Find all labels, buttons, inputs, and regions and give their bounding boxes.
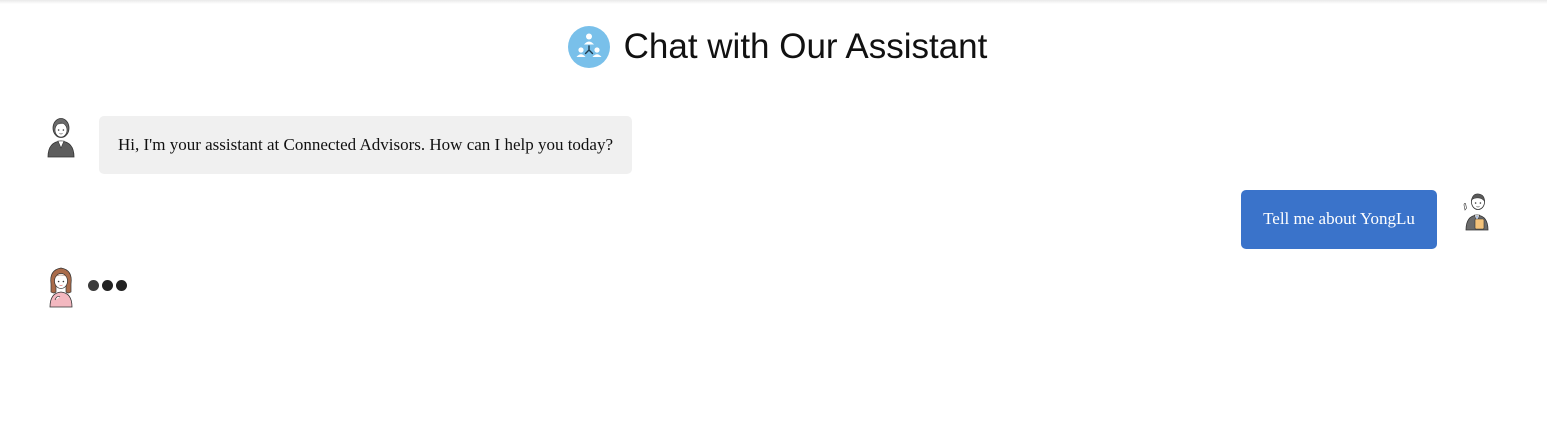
team-network-icon [567,26,610,68]
page-title: Chat with Our Assistant [623,27,988,66]
user-message-text: Tell me about YongLu [1263,209,1415,228]
typing-indicator [88,280,127,291]
assistant-typing-avatar-icon [49,267,73,308]
assistant-avatar-icon [47,118,75,158]
user-avatar-icon [1463,193,1489,231]
typing-dot [102,280,113,291]
typing-dot [116,280,127,291]
chat-header: Chat with Our Assistant [0,25,1547,69]
top-shadow [0,0,1547,4]
user-message: Tell me about YongLu [1241,190,1437,249]
assistant-message: Hi, I'm your assistant at Connected Advi… [99,116,633,174]
typing-dot [88,280,99,291]
assistant-message-text: Hi, I'm your assistant at Connected Advi… [118,135,614,154]
